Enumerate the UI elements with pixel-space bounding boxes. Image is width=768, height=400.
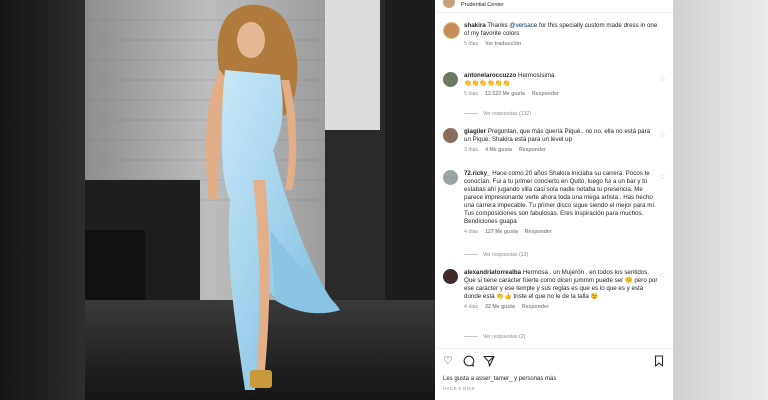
post-header: Prudential Center — [435, 0, 673, 13]
avatar[interactable] — [443, 128, 458, 143]
post-actions: ♡ — [443, 355, 665, 369]
comment-username[interactable]: giagiler — [464, 128, 486, 135]
reply-button[interactable]: Responder — [519, 146, 546, 154]
comment-likes[interactable]: 12.523 Me gusta — [485, 90, 525, 98]
avatar[interactable] — [443, 72, 458, 87]
caption-time[interactable]: 5 días — [464, 40, 478, 48]
caption-username[interactable]: shakira — [464, 22, 486, 29]
view-replies-button[interactable]: Ver respuestas (132) — [464, 110, 531, 118]
comment-item: antonelaroccuzzo Hermosísima 👏👏👏👏👏👏 5 dí… — [443, 72, 669, 122]
post-caption: shakira Thanks @versace for this special… — [443, 22, 669, 64]
comment-icon[interactable] — [463, 355, 475, 367]
heart-icon[interactable]: ♡ — [660, 76, 665, 84]
location-label[interactable]: Prudential Center — [461, 1, 504, 9]
comment-text: Hace como 20 años Shakira iniciaba su ca… — [464, 170, 656, 225]
likes-summary[interactable]: Les gusta a asser_tamer_ y personas más — [443, 375, 556, 383]
reply-button[interactable]: Responder — [525, 228, 552, 236]
share-icon[interactable] — [483, 355, 495, 367]
view-replies-button[interactable]: Ver respuestas (2) — [464, 333, 525, 341]
translate-link[interactable]: Ver traducción — [485, 40, 521, 48]
heart-icon[interactable]: ♡ — [660, 273, 665, 281]
comment-time[interactable]: 4 días — [464, 228, 478, 236]
avatar[interactable] — [443, 22, 460, 39]
comment-text: Hermosísima — [518, 72, 555, 79]
caption-text-start: Thanks — [487, 22, 510, 29]
comment-username[interactable]: alexandriatorrealba — [464, 269, 521, 276]
heart-icon[interactable]: ♡ — [660, 174, 665, 182]
comment-text: Preguntan, que más quería Piqué.. no no,… — [464, 128, 651, 143]
comment-username[interactable]: antonelaroccuzzo — [464, 72, 516, 79]
comment-time[interactable]: 5 días — [464, 90, 478, 98]
comment-item: alexandriatorrealba Hermosa . un Mujerón… — [443, 269, 669, 345]
comment-likes[interactable]: 127 Me gusta — [485, 228, 518, 236]
heart-icon[interactable]: ♡ — [660, 132, 665, 140]
comment-item: giagiler Preguntan, que más quería Piqué… — [443, 128, 669, 164]
caption-mention[interactable]: @versace — [509, 22, 537, 29]
comment-time[interactable]: 3 días — [464, 146, 478, 154]
post-age: HACE 5 DÍAS — [443, 386, 475, 391]
avatar[interactable] — [443, 170, 458, 185]
post-photo[interactable]: › — [85, 0, 435, 400]
comment-likes[interactable]: 4 Me gusta — [485, 146, 512, 154]
comments-panel: Prudential Center shakira Thanks @versac… — [435, 0, 673, 400]
comment-emojis: 👏👏👏👏👏👏 — [464, 80, 511, 87]
reply-button[interactable]: Responder — [532, 90, 559, 98]
photo-illustration — [85, 0, 435, 400]
avatar[interactable] — [443, 0, 455, 8]
avatar[interactable] — [443, 269, 458, 284]
comment-time[interactable]: 4 días — [464, 303, 478, 311]
backdrop-left — [0, 0, 85, 400]
divider — [435, 348, 673, 349]
comment-username[interactable]: 72.ricky_ — [464, 170, 491, 177]
view-replies-button[interactable]: Ver respuestas (13) — [464, 251, 528, 259]
reply-button[interactable]: Responder — [522, 303, 549, 311]
bookmark-icon[interactable] — [653, 355, 665, 367]
comment-item: 72.ricky_ Hace como 20 años Shakira inic… — [443, 170, 669, 262]
heart-icon[interactable]: ♡ — [443, 355, 455, 367]
backdrop-right — [673, 0, 768, 400]
comment-likes[interactable]: 22 Me gusta — [485, 303, 515, 311]
